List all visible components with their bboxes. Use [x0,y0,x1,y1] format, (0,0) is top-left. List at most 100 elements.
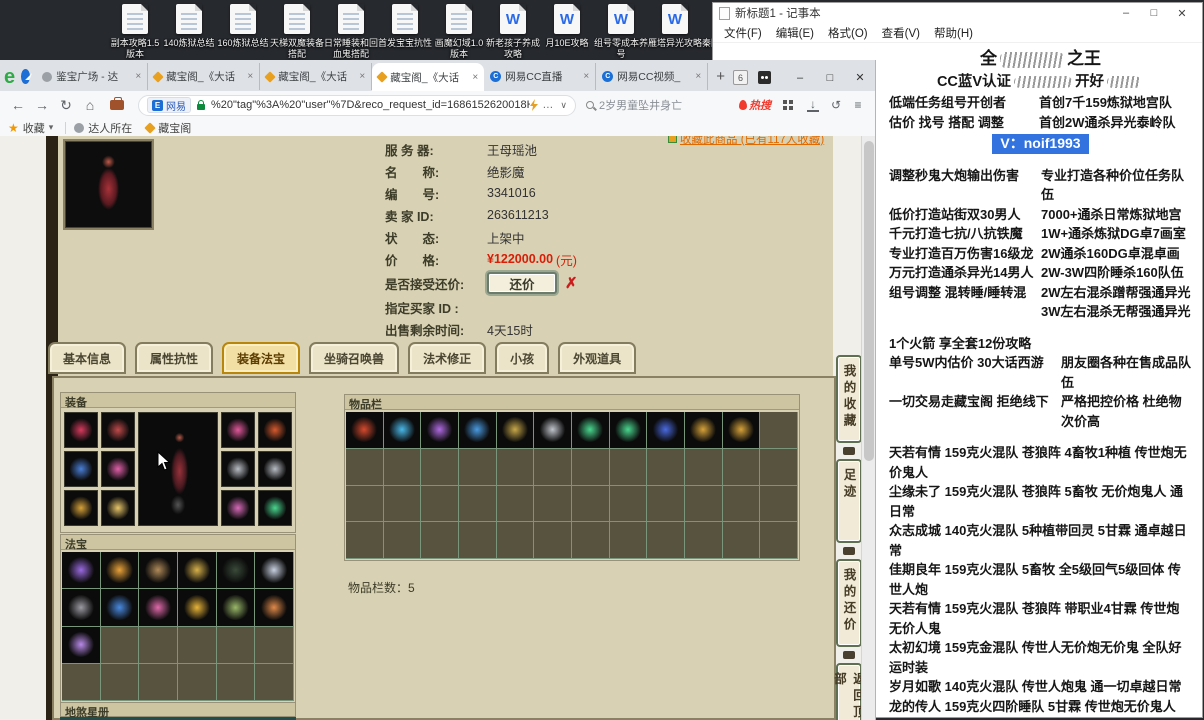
equip-slot-spear[interactable] [64,451,98,487]
equip-slot-orb[interactable] [258,490,292,526]
tab-close-icon[interactable]: × [247,71,253,82]
back-button[interactable]: ← [6,97,30,113]
item-gold-ring[interactable] [722,412,761,449]
download-button[interactable]: ↓ [807,98,819,112]
address-bar[interactable]: E 网易 %20"tag"%3A%20"user"%7D&reco_request… [138,94,576,116]
notepad-minimize-button[interactable]: – [1112,7,1140,20]
search-placeholder-text[interactable]: 2岁男童坠井身亡 [599,97,739,113]
side-button-0[interactable]: 我的收藏 [836,355,862,443]
tab-detail[interactable]: 小孩 [495,342,550,374]
tab-active-detail[interactable]: 装备法宝 [222,342,301,374]
briefcase-icon[interactable] [110,97,124,110]
tab-close-icon[interactable]: × [472,72,478,83]
dropdown-icon[interactable]: ∨ [560,100,567,111]
browser-tab[interactable]: 鉴宝广场 - 达 × [36,63,149,90]
desktop-icon[interactable]: W 新老孩子养成攻略 [486,4,540,60]
item-card[interactable] [255,589,294,627]
compass-icon[interactable] [21,69,31,84]
item-green-orb[interactable] [572,412,610,449]
item-dark-relic[interactable] [216,552,256,590]
maximize-button[interactable]: □ [815,72,845,84]
hot-search-label[interactable]: 热搜 [749,97,771,113]
browser-menu-button[interactable]: ≡ [847,98,869,112]
desktop-icon[interactable]: W 月10E攻略 [540,4,594,60]
item-wand[interactable] [62,626,101,664]
bargain-button[interactable]: 还价 [487,272,557,294]
tab-detail[interactable]: 坐骑召唤兽 [309,342,400,374]
search-box[interactable]: 2岁男童坠井身亡 热搜 [586,97,771,113]
item-blue-key[interactable] [459,412,497,449]
desktop-icon[interactable]: 副本攻略1.5版本 [108,4,162,60]
item-gold-orb[interactable] [100,552,140,590]
bookmark-item[interactable]: 达人所在 [74,120,132,136]
desktop-icon[interactable]: W 雁塔异光攻略 [648,4,702,60]
character-preview[interactable] [138,412,218,526]
equip-slot-shoulder[interactable] [221,412,255,448]
equip-slot-mask[interactable] [101,451,135,487]
notepad-menu-item[interactable]: 文件(F) [717,23,769,43]
item-flute[interactable] [139,552,178,590]
desktop-icon[interactable]: 画魔幻域1.0版本 [432,4,486,60]
tab-detail[interactable]: 外观道具 [558,342,637,374]
desktop-icon[interactable]: W 组号零成本养号 [594,4,648,60]
favorites-caret-icon[interactable]: ▾ [49,122,54,133]
home-button[interactable]: ⌂ [78,97,102,113]
notepad-maximize-button[interactable]: □ [1140,7,1168,20]
bookmark-item[interactable]: 藏宝阁 [144,120,191,136]
browser-tab[interactable]: 藏宝阁_《大话 × [260,63,373,90]
minimize-button[interactable]: – [785,72,815,84]
extension-icon[interactable] [758,71,771,84]
browser-tab[interactable]: 藏宝阁_《大话 × [372,63,485,91]
tab-close-icon[interactable]: × [583,71,589,82]
item-green-orb[interactable] [609,412,648,449]
page-scrollbar[interactable] [861,136,875,720]
extensions-badge[interactable]: 6 [733,70,748,85]
desktop-icon[interactable]: 首发宝宝抗性 [378,4,432,60]
item-gold-idol[interactable] [496,412,535,449]
item-tablet[interactable] [62,589,101,627]
notepad-content[interactable]: 全之王 CC蓝V认证 开好 低端任务组号开创者 首创7千159炼狱地宫队 估价 找号 … [889,47,1192,713]
browser-tab[interactable]: C 网易CC直播 × [484,63,597,90]
item-harp[interactable] [62,552,101,590]
equip-slot-boots[interactable] [101,490,135,526]
item-gold-ring[interactable] [685,412,723,449]
scrollbar-thumb[interactable] [864,141,874,461]
item-blue-beast[interactable] [383,412,422,449]
desktop-icon[interactable]: 140炼狱总结 [162,4,216,60]
side-button-3[interactable]: 返回顶部 [832,663,865,720]
tab-close-icon[interactable]: × [359,71,365,82]
item-silver-belt[interactable] [534,412,572,449]
equip-slot-necklace[interactable] [258,412,292,448]
browser-tab[interactable]: 藏宝阁_《大话 × [148,63,261,90]
equip-slot-bracelet[interactable] [258,451,292,487]
favorites-label[interactable]: 收藏 [23,120,45,136]
item-red-spear[interactable] [346,412,384,449]
tab-detail[interactable]: 法术修正 [408,342,487,374]
browser-tab[interactable]: C 网易CC视频_ × [596,63,709,90]
notepad-titlebar[interactable]: 新标题1 - 记事本 – □ ✕ [713,3,1202,23]
equip-slot-bracelet[interactable] [221,451,255,487]
item-purple-sword[interactable] [421,412,459,449]
notepad-menu-item[interactable]: 格式(O) [821,23,875,43]
item-blue-book[interactable] [100,589,140,627]
history-undo-button[interactable]: ↺ [825,98,847,112]
new-tab-button[interactable]: + [716,68,725,85]
item-silver-fist[interactable] [255,552,294,590]
item-green-box[interactable] [216,589,256,627]
item-key[interactable] [178,552,217,590]
refresh-button[interactable]: ↻ [54,97,78,114]
url-text[interactable]: %20"tag"%3A%20"user"%7D&reco_request_id=… [211,99,530,111]
notepad-menu-item[interactable]: 帮助(H) [927,23,980,43]
equip-slot-fairy[interactable] [221,490,255,526]
notepad-menu-item[interactable]: 编辑(E) [769,23,821,43]
forward-button[interactable]: → [30,97,54,113]
notepad-menu-item[interactable]: 查看(V) [875,23,927,43]
item-blue-ring[interactable] [647,412,685,449]
side-button-1[interactable]: 足迹 [836,459,862,543]
apps-grid-icon[interactable] [783,100,787,104]
equip-slot-armor[interactable] [64,412,98,448]
equip-slot-gloves[interactable] [64,490,98,526]
notepad-close-button[interactable]: ✕ [1168,7,1196,20]
side-button-2[interactable]: 我的还价 [836,559,862,647]
equip-slot-helmet[interactable] [101,412,135,448]
